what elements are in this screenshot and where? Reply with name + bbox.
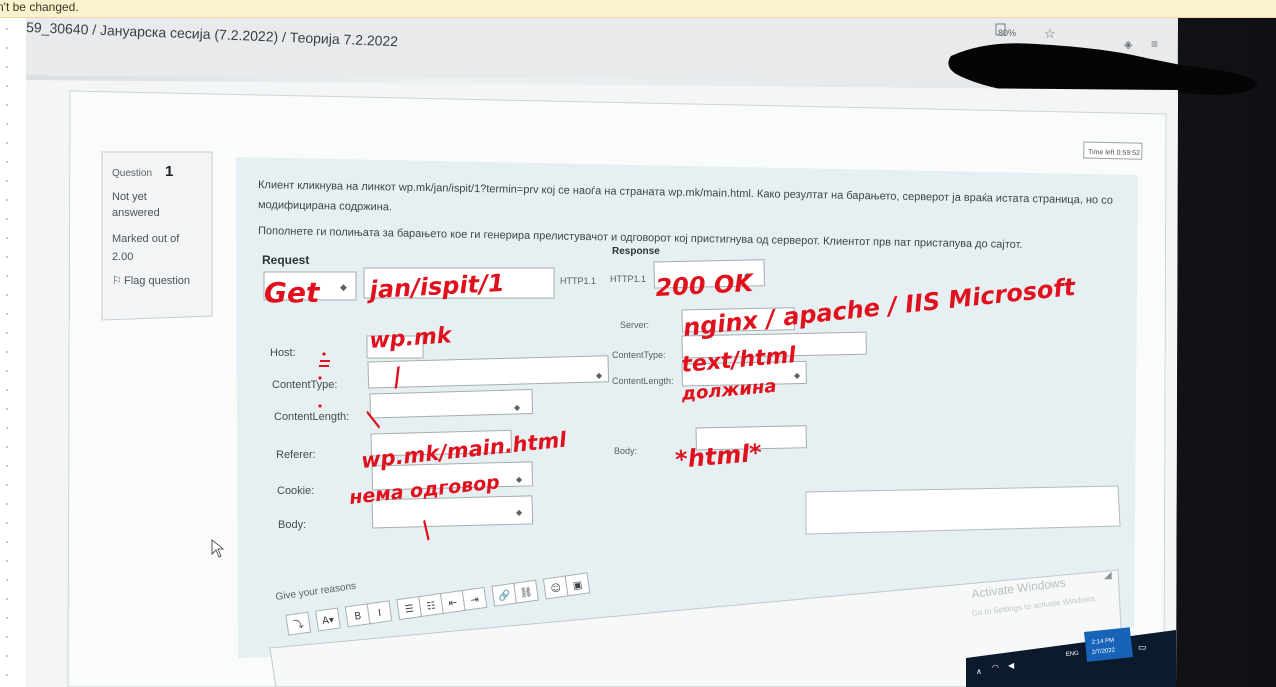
request-title: Request <box>262 253 309 267</box>
gutter-dot <box>6 674 8 676</box>
response-clen-chevron-icon: ◆ <box>794 371 801 380</box>
gutter-dot <box>6 275 8 277</box>
photo-of-monitor: 59_30640 / Јануарска сесија (7.2.2022) /… <box>26 18 1276 687</box>
gutter-dot <box>6 161 8 163</box>
editor-button-label-11: ▣ <box>572 580 583 592</box>
annotation-mark-2 <box>319 365 329 367</box>
gutter-dot <box>6 579 8 581</box>
gutter-dot <box>6 389 8 391</box>
question-status-1: Not yet <box>112 191 147 203</box>
notification-icon[interactable]: ▭ <box>1138 642 1147 652</box>
method-chevron-icon: ◆ <box>340 282 347 292</box>
left-gutter <box>0 18 26 687</box>
content-type-label: ContentType: <box>272 379 337 391</box>
gutter-dot <box>6 256 8 258</box>
answer-method: Get <box>264 276 321 309</box>
editor-button-label-10: ☺ <box>550 583 562 595</box>
server-label: Server: <box>620 320 649 330</box>
request-body-chevron-icon: ◆ <box>516 508 523 517</box>
gutter-dot <box>6 408 8 410</box>
gutter-dot <box>6 332 8 334</box>
menu-icon[interactable]: ≡ <box>1151 37 1158 51</box>
prompt-line-2: модифицирана содржина. <box>258 199 392 213</box>
question-label: Question <box>112 168 152 179</box>
zoom-level[interactable]: 80% <box>998 28 1016 38</box>
editor-button-label-1: A▾ <box>322 615 335 628</box>
gutter-dot <box>6 28 8 30</box>
shield-icon[interactable]: ◈ <box>1124 39 1133 51</box>
response-protocol: HTTP1.1 <box>610 274 646 284</box>
host-label: Host: <box>270 347 296 359</box>
annotation-dot-2 <box>318 376 322 380</box>
gutter-dot <box>6 446 8 448</box>
referer-label: Referer: <box>276 449 316 461</box>
response-body-label: Body: <box>614 446 637 456</box>
cookie-chevron-icon: ◆ <box>516 475 523 484</box>
gutter-dot <box>6 522 8 524</box>
content-type-chevron-icon: ◆ <box>596 371 603 380</box>
gutter-dot <box>6 427 8 429</box>
flag-icon[interactable]: ⚐ <box>112 275 122 287</box>
gutter-dot <box>6 294 8 296</box>
gutter-dot <box>6 484 8 486</box>
editor-button-label-7: ⇥ <box>470 594 480 606</box>
gutter-dot <box>6 465 8 467</box>
annotation-dot-3 <box>318 404 322 408</box>
editor-button-label-6: ⇤ <box>448 597 458 609</box>
question-number: 1 <box>165 163 173 180</box>
request-protocol: HTTP1.1 <box>560 276 596 286</box>
response-content-type-label: ContentType: <box>612 350 666 360</box>
cookie-label: Cookie: <box>277 485 314 497</box>
gutter-dot <box>6 218 8 220</box>
gutter-dot <box>6 47 8 49</box>
gutter-dot <box>6 66 8 68</box>
page-notice-bar: n't be changed. <box>0 0 1276 18</box>
request-content-length-select[interactable] <box>369 388 534 419</box>
photo-canvas: 59_30640 / Јануарска сесија (7.2.2022) /… <box>26 18 1276 687</box>
gutter-dot <box>6 370 8 372</box>
editor-button-label-9: ⛓ <box>519 586 533 600</box>
annotation-dot-1 <box>322 352 326 356</box>
annotation-mark-1 <box>320 360 330 362</box>
gutter-dot <box>6 104 8 106</box>
gutter-dot <box>6 560 8 562</box>
star-icon[interactable]: ☆ <box>1044 26 1056 41</box>
content-length-label: ContentLength: <box>274 411 349 423</box>
gutter-dot <box>6 237 8 239</box>
page-notice-text: n't be changed. <box>0 0 79 14</box>
tray-chevron-icon[interactable]: ∧ <box>976 667 982 676</box>
question-marked-2: 2.00 <box>112 251 133 263</box>
gutter-dot <box>6 655 8 657</box>
editor-button-label-0: ⤵ <box>293 618 305 631</box>
response-title: Response <box>612 246 660 257</box>
wifi-icon[interactable]: ◠ <box>992 663 999 672</box>
question-status-2: answered <box>112 207 160 219</box>
gutter-dot <box>6 598 8 600</box>
gutter-dot <box>6 636 8 638</box>
response-content-length-label: ContentLength: <box>612 376 674 386</box>
editor-button-label-5: ☷ <box>426 600 436 612</box>
gutter-dot <box>6 541 8 543</box>
request-body-label: Body: <box>278 519 306 531</box>
question-marked-1: Marked out of <box>112 233 180 245</box>
gutter-dot <box>6 199 8 201</box>
gutter-dot <box>6 351 8 353</box>
gutter-dot <box>6 180 8 182</box>
timer-label: Time left 0:59:52 <box>1088 149 1140 157</box>
content-length-chevron-icon: ◆ <box>514 403 521 412</box>
answer-status: 200 OK <box>655 269 756 302</box>
resize-handle-icon[interactable]: ◢ <box>1104 570 1112 581</box>
gutter-dot <box>6 85 8 87</box>
gutter-dot <box>6 123 8 125</box>
gutter-dot <box>6 142 8 144</box>
gutter-dot <box>6 617 8 619</box>
gutter-dot <box>6 503 8 505</box>
reasons-textarea[interactable] <box>805 485 1121 535</box>
editor-button-label-4: ☰ <box>404 603 414 615</box>
gutter-dot <box>6 313 8 315</box>
volume-icon[interactable]: ◀ <box>1008 661 1015 670</box>
flag-question-link[interactable]: Flag question <box>124 275 190 287</box>
